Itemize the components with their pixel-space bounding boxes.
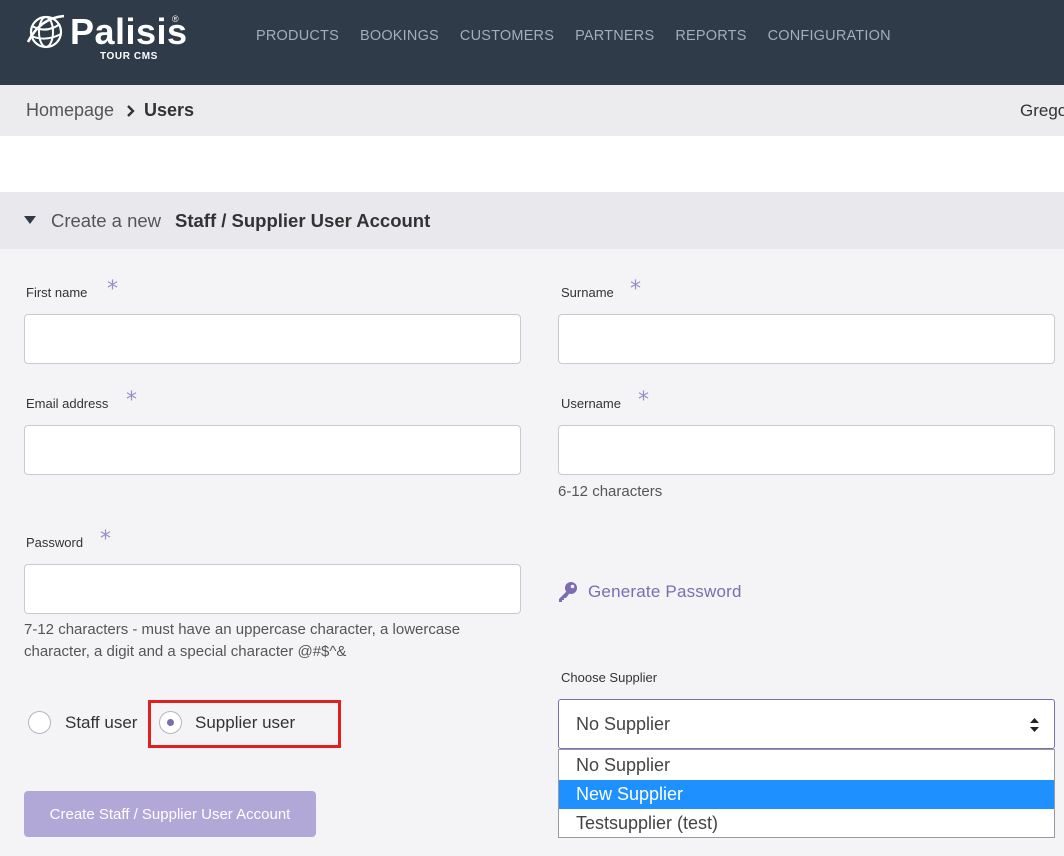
create-account-button[interactable]: Create Staff / Supplier User Account [24,791,316,837]
email-label: Email address [26,396,109,411]
username-hint: 6-12 characters [558,483,663,500]
choose-supplier-label: Choose Supplier [561,670,658,685]
nav-item-bookings[interactable]: BOOKINGS [360,27,439,45]
password-label: Password [26,535,84,550]
registered-mark: ® [172,14,179,24]
main-nav: PRODUCTS BOOKINGS CUSTOMERS PARTNERS REP… [256,27,912,45]
brand-subtitle: TOUR CMS [100,51,158,62]
staff-user-label[interactable]: Staff user [65,713,137,733]
username-input[interactable] [558,425,1055,475]
supplier-option-testsupplier[interactable]: Testsupplier (test) [559,809,1054,838]
supplier-select[interactable]: No Supplier [558,699,1055,749]
nav-item-reports[interactable]: REPORTS [675,27,746,45]
generate-password-link[interactable]: Generate Password [557,580,742,604]
required-marker: * [638,388,649,413]
password-hint-line2: character, a digit and a special charact… [24,643,347,660]
section-prefix: Create a new [51,210,162,231]
spacer [0,136,1064,192]
section-title: Staff / Supplier User Account [175,210,431,231]
username-label: Username [561,396,621,411]
password-input[interactable] [24,564,521,614]
required-marker: * [630,277,641,302]
chevron-right-icon [127,105,135,117]
staff-user-radio[interactable] [28,711,51,734]
password-hint-line1: 7-12 characters - must have an uppercase… [24,621,461,638]
breadcrumb-home-link[interactable]: Homepage [26,100,114,121]
nav-item-customers[interactable]: CUSTOMERS [460,27,554,45]
supplier-option-no-supplier[interactable]: No Supplier [559,751,1054,780]
surname-input[interactable] [558,314,1055,364]
nav-item-products[interactable]: PRODUCTS [256,27,339,45]
breadcrumb: Homepage Users Grego [0,85,1064,136]
supplier-select-value: No Supplier [576,714,671,734]
brand-logo[interactable]: Palisis ® TOUR CMS [26,11,188,64]
supplier-option-new-supplier[interactable]: New Supplier [559,780,1054,809]
generate-password-label: Generate Password [588,582,742,601]
create-account-section-header[interactable]: Create a new Staff / Supplier User Accou… [0,192,1064,249]
brand-name: Palisis [70,11,188,52]
email-input[interactable] [24,425,521,475]
breadcrumb-current: Users [144,100,195,120]
user-menu[interactable]: Grego [1020,101,1064,121]
required-marker: * [100,527,111,552]
first-name-input[interactable] [24,314,521,364]
globe-icon [26,14,65,49]
nav-item-configuration[interactable]: CONFIGURATION [768,27,891,45]
annotation-highlight-box [148,700,341,748]
surname-label: Surname [561,285,614,300]
required-marker: * [126,388,137,413]
top-navbar: Palisis ® TOUR CMS PRODUCTS BOOKINGS CUS… [0,0,1064,85]
key-icon [559,582,577,602]
first-name-label: First name [26,285,88,300]
nav-item-partners[interactable]: PARTNERS [575,27,654,45]
required-marker: * [107,277,118,302]
sort-arrows-icon [1030,718,1039,732]
supplier-dropdown-list: No Supplier New Supplier Testsupplier (t… [558,749,1055,838]
caret-down-icon [24,216,36,224]
